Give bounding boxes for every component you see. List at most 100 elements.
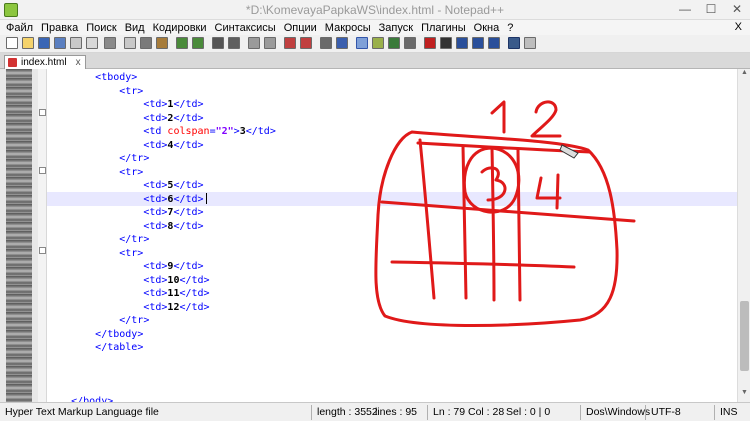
menu-file[interactable]: Файл xyxy=(2,21,37,35)
toolbar-extra-icon[interactable] xyxy=(524,37,536,49)
function-list-icon[interactable] xyxy=(388,37,400,49)
code-line[interactable]: </tr> xyxy=(47,314,276,328)
code-token: </tr> xyxy=(119,234,150,245)
fold-margin[interactable] xyxy=(38,69,47,402)
save-icon[interactable] xyxy=(38,37,50,49)
window-title: *D:\KomevayaPapkaWS\index.html - Notepad… xyxy=(245,3,505,17)
menu-view[interactable]: Вид xyxy=(121,21,149,35)
code-content[interactable]: <tbody> <tr> <td>1</td> <td>2</td> <td c… xyxy=(47,71,276,402)
maximize-button[interactable]: ☐ xyxy=(698,0,724,20)
code-line[interactable]: <td>10</td> xyxy=(47,274,276,288)
word-wrap-icon[interactable] xyxy=(320,37,332,49)
replace-icon[interactable] xyxy=(228,37,240,49)
sync-vertical-icon[interactable] xyxy=(284,37,296,49)
code-token: <td> xyxy=(143,274,168,286)
code-line[interactable]: </body> xyxy=(47,395,276,402)
redo-icon[interactable] xyxy=(192,37,204,49)
folder-as-workspace-icon[interactable] xyxy=(404,37,416,49)
playback-macro-icon[interactable] xyxy=(456,37,468,49)
show-all-characters-icon[interactable] xyxy=(336,37,348,49)
code-line[interactable]: <td>4</td> xyxy=(47,139,276,153)
close-file-icon[interactable] xyxy=(70,37,82,49)
fold-toggle-icon[interactable] xyxy=(39,247,46,254)
code-token: </tbody> xyxy=(95,328,144,340)
menu-edit[interactable]: Правка xyxy=(37,21,82,35)
sync-horizontal-icon[interactable] xyxy=(300,37,312,49)
code-token: </td> xyxy=(173,207,204,218)
code-line[interactable]: <tr> xyxy=(47,247,276,261)
scroll-down-icon[interactable]: ▼ xyxy=(738,389,750,401)
code-line[interactable]: <td>6</td> xyxy=(47,192,276,207)
find-icon[interactable] xyxy=(212,37,224,49)
code-line[interactable]: </tr> xyxy=(47,152,276,166)
print-icon[interactable] xyxy=(104,37,116,49)
cut-icon[interactable] xyxy=(124,37,136,49)
paste-icon[interactable] xyxy=(156,37,168,49)
undo-icon[interactable] xyxy=(176,37,188,49)
open-file-icon[interactable] xyxy=(22,37,34,49)
code-token: <tr> xyxy=(119,85,144,97)
run-macro-multiple-icon[interactable] xyxy=(472,37,484,49)
scrollbar-thumb[interactable] xyxy=(740,301,749,371)
code-line[interactable]: <td>5</td> xyxy=(47,179,276,193)
zoom-out-icon[interactable] xyxy=(264,37,276,49)
code-line[interactable]: </tr> xyxy=(47,233,276,247)
code-line[interactable]: <tbody> xyxy=(47,71,276,85)
code-line[interactable]: <td>11</td> xyxy=(47,287,276,301)
code-line[interactable]: <td colspan="2">3</td> xyxy=(47,125,276,139)
indent-guide-icon[interactable] xyxy=(356,37,368,49)
fold-toggle-icon[interactable] xyxy=(39,109,46,116)
menu-help[interactable]: ? xyxy=(503,21,517,35)
save-all-icon[interactable] xyxy=(54,37,66,49)
status-eol-format[interactable]: Dos\Windows xyxy=(583,405,650,420)
menu-search[interactable]: Поиск xyxy=(82,21,120,35)
status-encoding[interactable]: UTF-8 xyxy=(648,405,681,420)
close-all-icon[interactable] xyxy=(86,37,98,49)
code-token: </td> xyxy=(179,274,210,286)
new-file-icon[interactable] xyxy=(6,37,18,49)
code-line[interactable]: </table> xyxy=(47,341,276,355)
menu-window[interactable]: Окна xyxy=(470,21,504,35)
code-line[interactable]: <tr> xyxy=(47,166,276,180)
minimize-button[interactable]: — xyxy=(672,0,698,20)
code-line[interactable]: <tr> xyxy=(47,85,276,99)
menu-plugins[interactable]: Плагины xyxy=(417,21,470,35)
vertical-scrollbar[interactable]: ▲ ▼ xyxy=(737,69,750,402)
code-line[interactable]: <td>12</td> xyxy=(47,301,276,315)
code-token: </table> xyxy=(95,342,144,353)
code-token: </td> xyxy=(173,180,204,191)
menu-language[interactable]: Синтаксисы xyxy=(211,21,280,35)
record-macro-icon[interactable] xyxy=(424,37,436,49)
monitoring-icon[interactable] xyxy=(508,37,520,49)
code-line[interactable]: <td>8</td> xyxy=(47,220,276,234)
document-map-icon[interactable] xyxy=(372,37,384,49)
tab-close-button[interactable]: x xyxy=(76,56,81,69)
stop-recording-icon[interactable] xyxy=(440,37,452,49)
code-line[interactable]: <td>7</td> xyxy=(47,206,276,220)
menu-encoding[interactable]: Кодировки xyxy=(149,21,211,35)
zoom-in-icon[interactable] xyxy=(248,37,260,49)
menu-macro[interactable]: Макросы xyxy=(321,21,375,35)
tab-label: index.html xyxy=(21,57,67,68)
status-insert-mode[interactable]: INS xyxy=(717,405,738,420)
scroll-up-icon[interactable]: ▲ xyxy=(738,69,750,81)
code-line[interactable] xyxy=(47,382,276,396)
code-line[interactable] xyxy=(47,355,276,369)
code-line[interactable]: <td>2</td> xyxy=(47,112,276,126)
tab-index-html[interactable]: index.html x xyxy=(4,55,86,69)
status-bar: Hyper Text Markup Language file length :… xyxy=(0,402,750,421)
code-line[interactable]: <td>9</td> xyxy=(47,260,276,274)
save-macro-icon[interactable] xyxy=(488,37,500,49)
code-line[interactable]: <td>1</td> xyxy=(47,98,276,112)
close-button[interactable]: ✕ xyxy=(724,0,750,20)
copy-icon[interactable] xyxy=(140,37,152,49)
menu-settings[interactable]: Опции xyxy=(280,21,321,35)
menu-run[interactable]: Запуск xyxy=(375,21,417,35)
code-line[interactable]: </tbody> xyxy=(47,328,276,342)
code-editor[interactable]: <tbody> <tr> <td>1</td> <td>2</td> <td c… xyxy=(47,69,737,402)
fold-toggle-icon[interactable] xyxy=(39,167,46,174)
code-token: <td> xyxy=(143,193,168,205)
unsaved-file-icon xyxy=(8,58,17,67)
close-document-button[interactable]: X xyxy=(731,20,746,34)
code-line[interactable] xyxy=(47,368,276,382)
